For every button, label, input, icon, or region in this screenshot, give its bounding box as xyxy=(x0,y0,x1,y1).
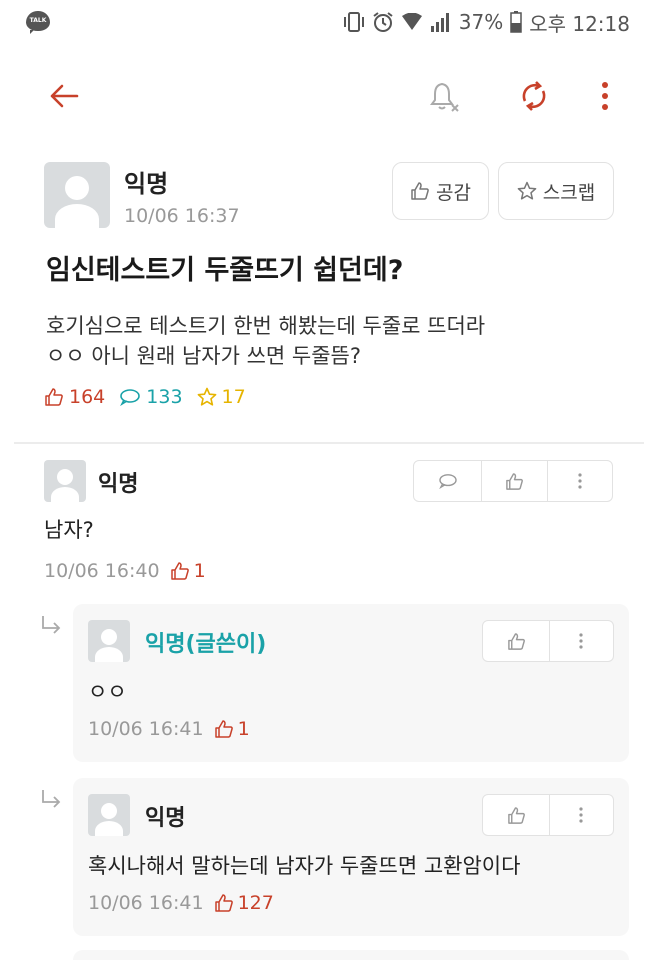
scrap-button[interactable]: 스크랩 xyxy=(498,162,614,220)
refresh-button[interactable] xyxy=(514,76,554,116)
reply-text: ㅇㅇ xyxy=(88,680,127,704)
comment-more-button[interactable] xyxy=(547,461,611,501)
battery-icon xyxy=(510,11,522,33)
thumbs-up-icon xyxy=(45,388,63,406)
reply-button[interactable] xyxy=(414,461,481,501)
avatar xyxy=(88,620,130,662)
post-date: 10/06 16:37 xyxy=(124,205,240,227)
divider xyxy=(14,442,644,444)
reply-meta: 10/06 16:41 127 xyxy=(88,892,274,914)
reply-arrow-icon xyxy=(42,790,61,808)
reply-card: 익명 혹시나해서 말하는데 남자가 두줄뜨면 고환암이다 10/06 16:41… xyxy=(73,778,629,936)
battery-percent: 37% xyxy=(458,10,504,34)
comment-actions xyxy=(413,460,613,502)
more-vertical-icon xyxy=(579,633,583,649)
scrap-count-value: 17 xyxy=(221,386,246,408)
status-bar: TALK 37% 오후 12:18 xyxy=(0,0,658,44)
comment-like-count: 1 xyxy=(170,560,206,582)
status-icons: 37% 오후 12:18 xyxy=(343,8,630,36)
bell-off-icon xyxy=(430,82,459,112)
reply-arrow-icon xyxy=(42,616,61,634)
reply-like-count: 127 xyxy=(214,892,274,914)
more-button[interactable] xyxy=(590,76,620,116)
comment-author: 익명 xyxy=(98,472,139,497)
avatar xyxy=(88,794,130,836)
comment-meta: 10/06 16:40 1 xyxy=(44,560,206,582)
scrap-count: 17 xyxy=(197,386,246,408)
thumbs-up-icon xyxy=(170,562,189,580)
reply-actions xyxy=(482,794,614,836)
back-button[interactable] xyxy=(44,76,84,116)
comment-like-button[interactable] xyxy=(481,461,547,501)
reply-like-button[interactable] xyxy=(483,795,549,835)
comment-count-value: 133 xyxy=(146,386,183,408)
reply-like-button[interactable] xyxy=(483,621,549,661)
like-count: 164 xyxy=(44,386,105,408)
scrap-button-label: 스크랩 xyxy=(542,181,596,204)
wifi-icon xyxy=(401,13,422,30)
reply-author: 익명 xyxy=(145,806,186,831)
reply-date: 10/06 16:41 xyxy=(88,718,204,740)
reply-more-button[interactable] xyxy=(549,621,612,661)
vibrate-icon xyxy=(343,12,364,32)
comment-text: 남자? xyxy=(44,518,94,542)
reply-date: 10/06 16:41 xyxy=(88,892,204,914)
avatar xyxy=(44,460,86,502)
post-body-line: ㅇㅇ 아니 원래 남자가 쓰면 두줄뜸? xyxy=(46,344,362,368)
reply-actions xyxy=(482,620,614,662)
reply-text: 혹시나해서 말하는데 남자가 두줄뜨면 고환암이다 xyxy=(88,854,521,878)
thumbs-up-icon xyxy=(507,806,525,824)
top-bar xyxy=(0,68,658,124)
notification-toggle-button[interactable] xyxy=(424,76,464,116)
more-vertical-icon xyxy=(602,82,608,110)
thumbs-up-icon xyxy=(214,894,233,912)
thumbs-up-icon xyxy=(411,182,429,200)
star-icon xyxy=(197,387,216,406)
like-button[interactable]: 공감 xyxy=(392,162,489,220)
more-vertical-icon xyxy=(577,473,582,489)
comment-icon xyxy=(438,474,457,489)
post-author: 익명 xyxy=(124,170,169,198)
arrow-left-icon xyxy=(50,84,79,108)
reply-author: 익명(글쓴이) xyxy=(145,632,267,657)
signal-icon xyxy=(430,13,449,32)
reply-like-count: 1 xyxy=(214,718,250,740)
comment-date: 10/06 16:40 xyxy=(44,560,160,582)
alarm-icon xyxy=(373,12,393,32)
post-body-line: 호기심으로 테스트기 한번 해봤는데 두줄로 뜨더라 xyxy=(46,314,486,338)
reply-meta: 10/06 16:41 1 xyxy=(88,718,250,740)
avatar xyxy=(44,162,110,228)
reply-more-button[interactable] xyxy=(549,795,612,835)
comment-icon xyxy=(120,389,141,406)
clock: 오후 12:18 xyxy=(529,11,630,36)
reply-card xyxy=(73,950,629,960)
thumbs-up-icon xyxy=(507,632,525,650)
more-vertical-icon xyxy=(579,807,583,823)
post-title: 임신테스트기 두줄뜨기 쉽던데? xyxy=(46,255,404,286)
comment-count: 133 xyxy=(119,386,183,408)
like-count-value: 164 xyxy=(69,386,106,408)
like-button-label: 공감 xyxy=(436,181,471,204)
thumbs-up-icon xyxy=(506,472,523,490)
post-counts: 164 133 17 xyxy=(44,386,246,408)
thumbs-up-icon xyxy=(214,720,233,738)
kakaotalk-notification-icon: TALK xyxy=(26,11,50,34)
reply-card: 익명(글쓴이) ㅇㅇ 10/06 16:41 1 xyxy=(73,604,629,762)
refresh-icon xyxy=(522,81,546,111)
star-icon xyxy=(517,181,537,200)
